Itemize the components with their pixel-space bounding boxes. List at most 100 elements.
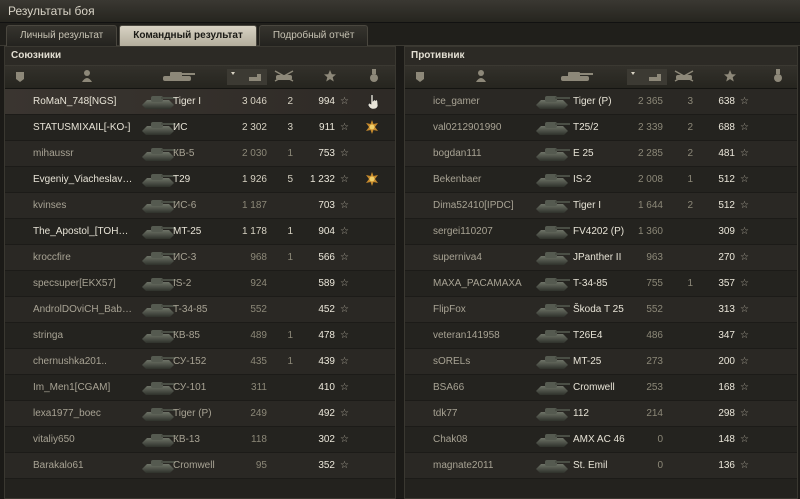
enemy-row[interactable]: tdk77 112 214 298 ☆: [405, 401, 797, 427]
ally-row[interactable]: RoMaN_748[NGS] Tiger I 3 046 2 994 ☆: [5, 89, 395, 115]
enemy-row[interactable]: MAXA_PACAMAXA T-34-85 755 1 357 ☆: [405, 271, 797, 297]
tank-icon[interactable]: [157, 69, 197, 85]
tank-icon[interactable]: [555, 69, 595, 85]
star-icon: ☆: [740, 96, 749, 107]
player-name: Im_Men1[CGAM]: [33, 382, 111, 393]
medal-icon[interactable]: [365, 172, 379, 186]
player-name: bogdan111: [433, 148, 482, 159]
tab-personal-result[interactable]: Личный результат: [6, 25, 118, 46]
ally-row[interactable]: mihaussr КВ-5 2 030 1 753 ☆: [5, 141, 395, 167]
player-name: veteran141958: [433, 330, 500, 341]
damage-value: 486: [646, 330, 663, 341]
tank-icon: [533, 274, 571, 293]
ally-row[interactable]: stringa КВ-85 489 1 478 ☆: [5, 323, 395, 349]
enemy-row[interactable]: Bekenbaer IS-2 2 008 1 512 ☆: [405, 167, 797, 193]
xp-value: 481: [718, 148, 735, 159]
player-icon[interactable]: [475, 69, 487, 85]
tank-name: Cromwell: [173, 460, 215, 471]
star-icon: ☆: [740, 252, 749, 263]
kills-value: 1: [287, 148, 293, 159]
kills-icon[interactable]: [673, 69, 695, 85]
enemy-row[interactable]: ice_gamer Tiger (P) 2 365 3 638 ☆: [405, 89, 797, 115]
damage-value: 95: [255, 460, 267, 471]
damage-value: 214: [646, 408, 663, 419]
ally-row[interactable]: Im_Men1[CGAM] СУ-101 311 410 ☆: [5, 375, 395, 401]
damage-value: 0: [657, 434, 663, 445]
tab-detailed-report[interactable]: Подробный отчёт: [258, 25, 369, 46]
ally-row[interactable]: The_Apostol_[TOHHA] MT-25 1 178 1 904 ☆: [5, 219, 395, 245]
kills-value: [675, 297, 693, 322]
star-icon: ☆: [340, 148, 349, 159]
enemy-row[interactable]: sORELs MT-25 273 200 ☆: [405, 349, 797, 375]
xp-value: 589: [318, 278, 335, 289]
tank-name: T29: [173, 174, 191, 185]
enemy-row[interactable]: val0212901990 T25/2 2 339 2 688 ☆: [405, 115, 797, 141]
enemy-row[interactable]: FlipFox Škoda T 25 552 313 ☆: [405, 297, 797, 323]
star-icon: ☆: [340, 200, 349, 211]
ally-row[interactable]: specsuper[EKX57] IS-2 924 589 ☆: [5, 271, 395, 297]
damage-value: 273: [646, 356, 663, 367]
tank-icon: [533, 352, 571, 371]
player-name: Barakalo61: [33, 460, 84, 471]
star-icon: ☆: [340, 96, 349, 107]
xp-value: 478: [318, 330, 335, 341]
medal-icon[interactable]: [773, 69, 783, 85]
player-icon[interactable]: [81, 69, 93, 85]
player-name: BSA66: [433, 382, 465, 393]
ally-row[interactable]: AndrolDOviCH_Babai.. T-34-85 552 452 ☆: [5, 297, 395, 323]
xp-value: 313: [718, 304, 735, 315]
enemy-row[interactable]: Chak08 AMX AC 46 0 148 ☆: [405, 427, 797, 453]
xp-value: 302: [318, 434, 335, 445]
ally-row[interactable]: kvinses ИС-6 1 187 703 ☆: [5, 193, 395, 219]
tank-icon: [533, 144, 571, 163]
kills-value: 1: [287, 356, 293, 367]
enemy-row[interactable]: BSA66 Cromwell 253 168 ☆: [405, 375, 797, 401]
ally-row[interactable]: STATUSMIXAIL[-KO-] ИС 2 302 3 911 ☆: [5, 115, 395, 141]
ally-row[interactable]: lexa1977_boec Tiger (P) 249 492 ☆: [5, 401, 395, 427]
enemy-row[interactable]: Dima52410[IPDC] Tiger I1 644 2 512 ☆: [405, 193, 797, 219]
enemy-row[interactable]: superniva4 JPanther II 963 270 ☆: [405, 245, 797, 271]
tab-team-result[interactable]: Командный результат: [119, 25, 257, 46]
tank-icon: [139, 430, 177, 449]
enemy-row[interactable]: sergei110207 FV4202 (P) 1 360 309 ☆: [405, 219, 797, 245]
damage-icon[interactable]: [227, 69, 267, 85]
xp-value: 512: [718, 174, 735, 185]
xp-value: 200: [718, 356, 735, 367]
player-name: chernushka201..: [33, 356, 107, 367]
kills-value: [675, 453, 693, 478]
tank-name: IS-2: [173, 278, 192, 289]
squad-icon[interactable]: [415, 69, 425, 85]
ally-row[interactable]: Evgeniy_Viacheslavo.. T29 1 926 5 1 232 ☆: [5, 167, 395, 193]
damage-value: 1 644: [637, 200, 663, 211]
enemy-row[interactable]: magnate2011 St. Emil 0 136 ☆: [405, 453, 797, 479]
star-icon[interactable]: [723, 69, 737, 85]
ally-row[interactable]: Barakalo61 Cromwell 95 352 ☆: [5, 453, 395, 479]
kills-value: [675, 375, 693, 400]
player-name: specsuper[EKX57]: [33, 278, 116, 289]
ally-row[interactable]: chernushka201.. СУ-152 435 1 439 ☆: [5, 349, 395, 375]
star-icon: ☆: [740, 200, 749, 211]
star-icon: ☆: [740, 148, 749, 159]
player-name: Chak08: [433, 434, 468, 445]
enemy-row[interactable]: veteran141958 T26E4 486 347 ☆: [405, 323, 797, 349]
player-name: Bekenbaer: [433, 174, 482, 185]
player-name: stringa: [33, 330, 64, 341]
enemy-row[interactable]: bogdan111 E 25 2 285 2 481 ☆: [405, 141, 797, 167]
hand-cursor-icon: [367, 94, 379, 112]
damage-value: 0: [657, 460, 663, 471]
kills-icon[interactable]: [273, 69, 295, 85]
kills-value: 2: [687, 200, 693, 211]
star-icon: ☆: [740, 226, 749, 237]
damage-icon[interactable]: [627, 69, 667, 85]
medal-icon[interactable]: [369, 69, 379, 85]
tank-icon: [139, 352, 177, 371]
ally-row[interactable]: vitaliy650 КВ-13 118 302 ☆: [5, 427, 395, 453]
player-name: Dima52410[IPDC]: [433, 200, 514, 211]
ally-row[interactable]: kroccfire ИС-3 968 1 566 ☆: [5, 245, 395, 271]
squad-icon[interactable]: [15, 69, 25, 85]
star-icon: ☆: [740, 330, 749, 341]
star-icon[interactable]: [323, 69, 337, 85]
xp-value: 168: [718, 382, 735, 393]
medal-icon[interactable]: [365, 120, 379, 134]
damage-value: 2 302: [241, 122, 267, 133]
